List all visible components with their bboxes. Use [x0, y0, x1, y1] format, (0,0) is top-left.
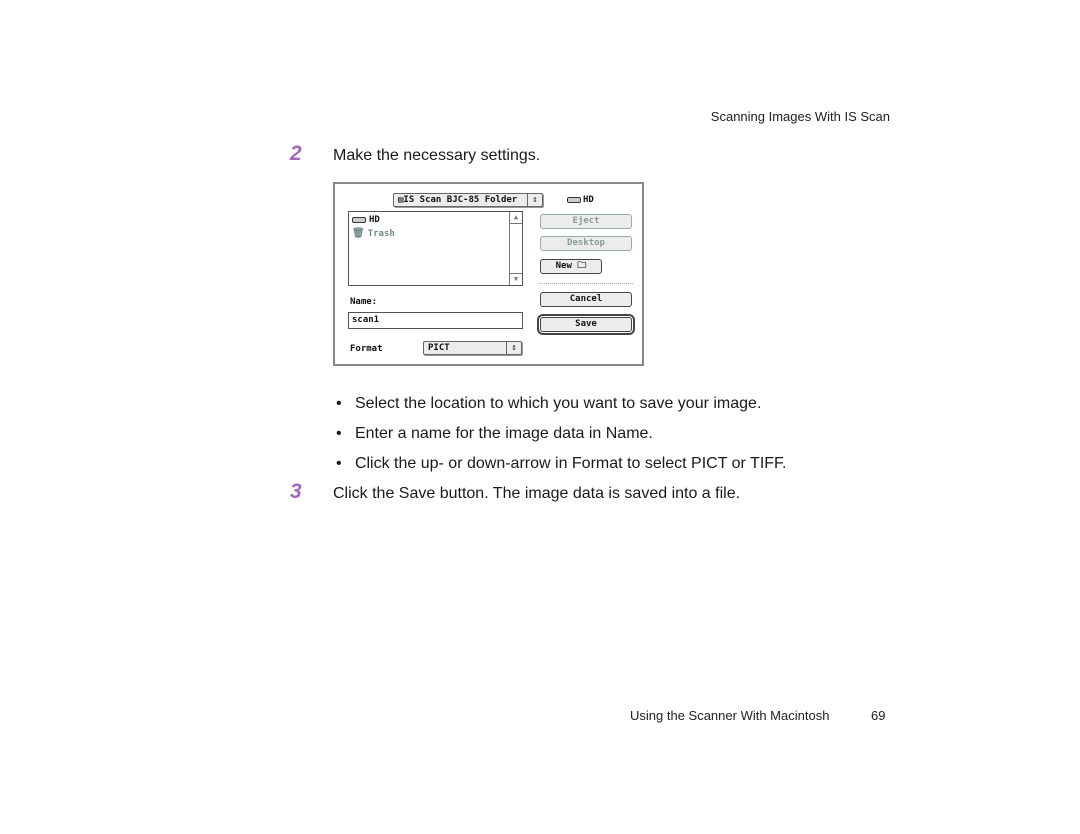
format-value: PICT [428, 343, 450, 353]
scroll-down-icon[interactable]: ▼ [510, 273, 522, 285]
cancel-button[interactable]: Cancel [540, 292, 632, 307]
format-label: Format [350, 344, 383, 354]
bullet-item: • Click the up- or down-arrow in Format … [336, 455, 787, 472]
step-2-text: Make the necessary settings. [333, 147, 541, 164]
desktop-button[interactable]: Desktop [540, 236, 632, 251]
bullet-item: • Enter a name for the image data in Nam… [336, 425, 653, 442]
page-number: 69 [871, 708, 886, 723]
step-3-text: Click the Save button. The image data is… [333, 485, 741, 502]
name-field[interactable]: scan1 [348, 312, 523, 329]
list-item[interactable]: 🗑 Trash [352, 228, 395, 239]
scrollbar[interactable]: ▲ ▼ [509, 212, 522, 285]
file-list[interactable]: HD 🗑 Trash ▲ ▼ [348, 211, 523, 286]
up-down-arrows-icon: ⇕ [527, 194, 542, 206]
separator [539, 283, 633, 284]
save-button[interactable]: Save [537, 314, 635, 335]
step-number-2: 2 [290, 142, 302, 165]
eject-button[interactable]: Eject [540, 214, 632, 229]
name-label: Name: [350, 297, 378, 307]
list-item[interactable]: HD [352, 215, 380, 225]
bullet-item: • Select the location to which you want … [336, 395, 762, 412]
footer-title: Using the Scanner With Macintosh [630, 708, 830, 723]
new-folder-button[interactable]: New 🗀 [540, 259, 602, 274]
running-header: Scanning Images With IS Scan [710, 109, 890, 124]
new-folder-icon: 🗀 [577, 261, 587, 271]
volume-indicator: HD [567, 195, 594, 205]
folder-popup[interactable]: ▤IS Scan BJC-85 Folder ⇕ [393, 193, 543, 207]
save-dialog: ▤IS Scan BJC-85 Folder ⇕ HD HD 🗑 Trash ▲… [333, 182, 644, 366]
hard-disk-icon [567, 197, 581, 203]
trash-icon: 🗑 [352, 228, 365, 239]
step-number-3: 3 [290, 480, 302, 503]
scroll-up-icon[interactable]: ▲ [510, 212, 522, 224]
up-down-arrows-icon: ⇕ [506, 342, 521, 354]
hard-disk-icon [352, 217, 366, 223]
folder-popup-label: ▤IS Scan BJC-85 Folder [398, 195, 518, 205]
format-popup[interactable]: PICT ⇕ [423, 341, 522, 355]
